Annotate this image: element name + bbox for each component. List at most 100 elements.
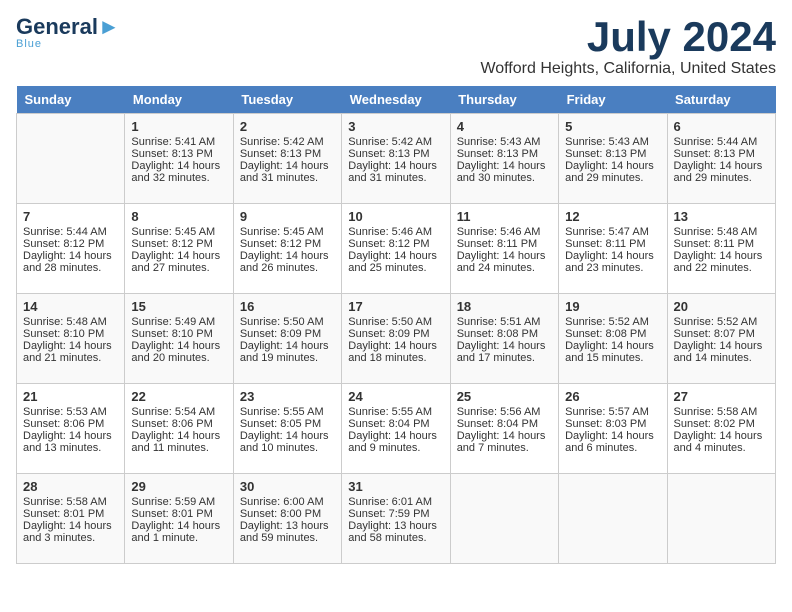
sunrise: Sunrise: 5:49 AM <box>131 316 215 328</box>
calendar-cell: 6 Sunrise: 5:44 AM Sunset: 8:13 PM Dayli… <box>667 114 775 204</box>
daylight: Daylight: 14 hours and 13 minutes. <box>23 430 112 454</box>
sunset: Sunset: 8:12 PM <box>131 238 212 250</box>
calendar-cell: 4 Sunrise: 5:43 AM Sunset: 8:13 PM Dayli… <box>450 114 558 204</box>
sunrise: Sunrise: 5:52 AM <box>565 316 649 328</box>
week-row-3: 14 Sunrise: 5:48 AM Sunset: 8:10 PM Dayl… <box>17 294 776 384</box>
day-number: 23 <box>240 389 335 404</box>
sunset: Sunset: 8:12 PM <box>240 238 321 250</box>
daylight: Daylight: 13 hours and 58 minutes. <box>348 520 437 544</box>
sunset: Sunset: 8:07 PM <box>674 328 755 340</box>
calendar-cell: 3 Sunrise: 5:42 AM Sunset: 8:13 PM Dayli… <box>342 114 450 204</box>
day-number: 17 <box>348 299 443 314</box>
day-number: 19 <box>565 299 660 314</box>
sunrise: Sunrise: 5:59 AM <box>131 496 215 508</box>
daylight: Daylight: 14 hours and 19 minutes. <box>240 340 329 364</box>
daylight: Daylight: 14 hours and 17 minutes. <box>457 340 546 364</box>
day-header-sunday: Sunday <box>17 86 125 114</box>
calendar-cell: 2 Sunrise: 5:42 AM Sunset: 8:13 PM Dayli… <box>233 114 341 204</box>
logo-tagline: Blue <box>16 38 42 50</box>
calendar-cell: 19 Sunrise: 5:52 AM Sunset: 8:08 PM Dayl… <box>559 294 667 384</box>
sunset: Sunset: 8:09 PM <box>348 328 429 340</box>
sunset: Sunset: 8:12 PM <box>348 238 429 250</box>
daylight: Daylight: 14 hours and 14 minutes. <box>674 340 763 364</box>
sunset: Sunset: 8:08 PM <box>565 328 646 340</box>
daylight: Daylight: 14 hours and 29 minutes. <box>674 160 763 184</box>
location: Wofford Heights, California, United Stat… <box>480 60 776 78</box>
sunrise: Sunrise: 5:55 AM <box>348 406 432 418</box>
sunrise: Sunrise: 5:45 AM <box>131 226 215 238</box>
sunset: Sunset: 8:03 PM <box>565 418 646 430</box>
day-number: 13 <box>674 209 769 224</box>
day-number: 30 <box>240 479 335 494</box>
sunrise: Sunrise: 5:58 AM <box>23 496 107 508</box>
calendar-cell: 27 Sunrise: 5:58 AM Sunset: 8:02 PM Dayl… <box>667 384 775 474</box>
daylight: Daylight: 14 hours and 7 minutes. <box>457 430 546 454</box>
daylight: Daylight: 14 hours and 21 minutes. <box>23 340 112 364</box>
sunrise: Sunrise: 5:42 AM <box>240 136 324 148</box>
sunrise: Sunrise: 6:00 AM <box>240 496 324 508</box>
day-number: 15 <box>131 299 226 314</box>
sunset: Sunset: 8:01 PM <box>131 508 212 520</box>
daylight: Daylight: 14 hours and 4 minutes. <box>674 430 763 454</box>
sunrise: Sunrise: 5:43 AM <box>565 136 649 148</box>
daylight: Daylight: 14 hours and 30 minutes. <box>457 160 546 184</box>
calendar-cell: 13 Sunrise: 5:48 AM Sunset: 8:11 PM Dayl… <box>667 204 775 294</box>
day-header-thursday: Thursday <box>450 86 558 114</box>
sunset: Sunset: 8:02 PM <box>674 418 755 430</box>
calendar-cell: 7 Sunrise: 5:44 AM Sunset: 8:12 PM Dayli… <box>17 204 125 294</box>
sunset: Sunset: 8:06 PM <box>131 418 212 430</box>
daylight: Daylight: 14 hours and 26 minutes. <box>240 250 329 274</box>
daylight: Daylight: 14 hours and 31 minutes. <box>240 160 329 184</box>
daylight: Daylight: 14 hours and 15 minutes. <box>565 340 654 364</box>
day-number: 4 <box>457 119 552 134</box>
day-number: 18 <box>457 299 552 314</box>
sunrise: Sunrise: 5:58 AM <box>674 406 758 418</box>
sunset: Sunset: 8:09 PM <box>240 328 321 340</box>
day-number: 6 <box>674 119 769 134</box>
day-number: 10 <box>348 209 443 224</box>
day-number: 12 <box>565 209 660 224</box>
sunrise: Sunrise: 5:43 AM <box>457 136 541 148</box>
title-block: July 2024 Wofford Heights, California, U… <box>480 16 776 78</box>
sunset: Sunset: 8:06 PM <box>23 418 104 430</box>
calendar-cell: 21 Sunrise: 5:53 AM Sunset: 8:06 PM Dayl… <box>17 384 125 474</box>
header-row: SundayMondayTuesdayWednesdayThursdayFrid… <box>17 86 776 114</box>
day-number: 22 <box>131 389 226 404</box>
day-number: 29 <box>131 479 226 494</box>
calendar-cell: 31 Sunrise: 6:01 AM Sunset: 7:59 PM Dayl… <box>342 474 450 564</box>
sunrise: Sunrise: 5:55 AM <box>240 406 324 418</box>
calendar-cell <box>450 474 558 564</box>
sunrise: Sunrise: 5:50 AM <box>348 316 432 328</box>
daylight: Daylight: 14 hours and 20 minutes. <box>131 340 220 364</box>
calendar-cell: 16 Sunrise: 5:50 AM Sunset: 8:09 PM Dayl… <box>233 294 341 384</box>
day-number: 3 <box>348 119 443 134</box>
sunrise: Sunrise: 5:47 AM <box>565 226 649 238</box>
sunrise: Sunrise: 5:53 AM <box>23 406 107 418</box>
sunset: Sunset: 8:10 PM <box>23 328 104 340</box>
calendar-cell <box>17 114 125 204</box>
sunrise: Sunrise: 5:54 AM <box>131 406 215 418</box>
month-title: July 2024 <box>480 16 776 58</box>
daylight: Daylight: 14 hours and 6 minutes. <box>565 430 654 454</box>
day-header-wednesday: Wednesday <box>342 86 450 114</box>
calendar-cell: 23 Sunrise: 5:55 AM Sunset: 8:05 PM Dayl… <box>233 384 341 474</box>
day-number: 27 <box>674 389 769 404</box>
sunrise: Sunrise: 5:44 AM <box>23 226 107 238</box>
daylight: Daylight: 14 hours and 29 minutes. <box>565 160 654 184</box>
day-number: 2 <box>240 119 335 134</box>
sunrise: Sunrise: 5:51 AM <box>457 316 541 328</box>
calendar-cell: 10 Sunrise: 5:46 AM Sunset: 8:12 PM Dayl… <box>342 204 450 294</box>
sunrise: Sunrise: 5:48 AM <box>23 316 107 328</box>
sunrise: Sunrise: 6:01 AM <box>348 496 432 508</box>
calendar-cell: 30 Sunrise: 6:00 AM Sunset: 8:00 PM Dayl… <box>233 474 341 564</box>
day-number: 31 <box>348 479 443 494</box>
day-number: 26 <box>565 389 660 404</box>
day-number: 21 <box>23 389 118 404</box>
daylight: Daylight: 14 hours and 32 minutes. <box>131 160 220 184</box>
daylight: Daylight: 14 hours and 27 minutes. <box>131 250 220 274</box>
calendar-cell <box>559 474 667 564</box>
sunrise: Sunrise: 5:46 AM <box>457 226 541 238</box>
week-row-4: 21 Sunrise: 5:53 AM Sunset: 8:06 PM Dayl… <box>17 384 776 474</box>
sunrise: Sunrise: 5:45 AM <box>240 226 324 238</box>
sunset: Sunset: 8:01 PM <box>23 508 104 520</box>
